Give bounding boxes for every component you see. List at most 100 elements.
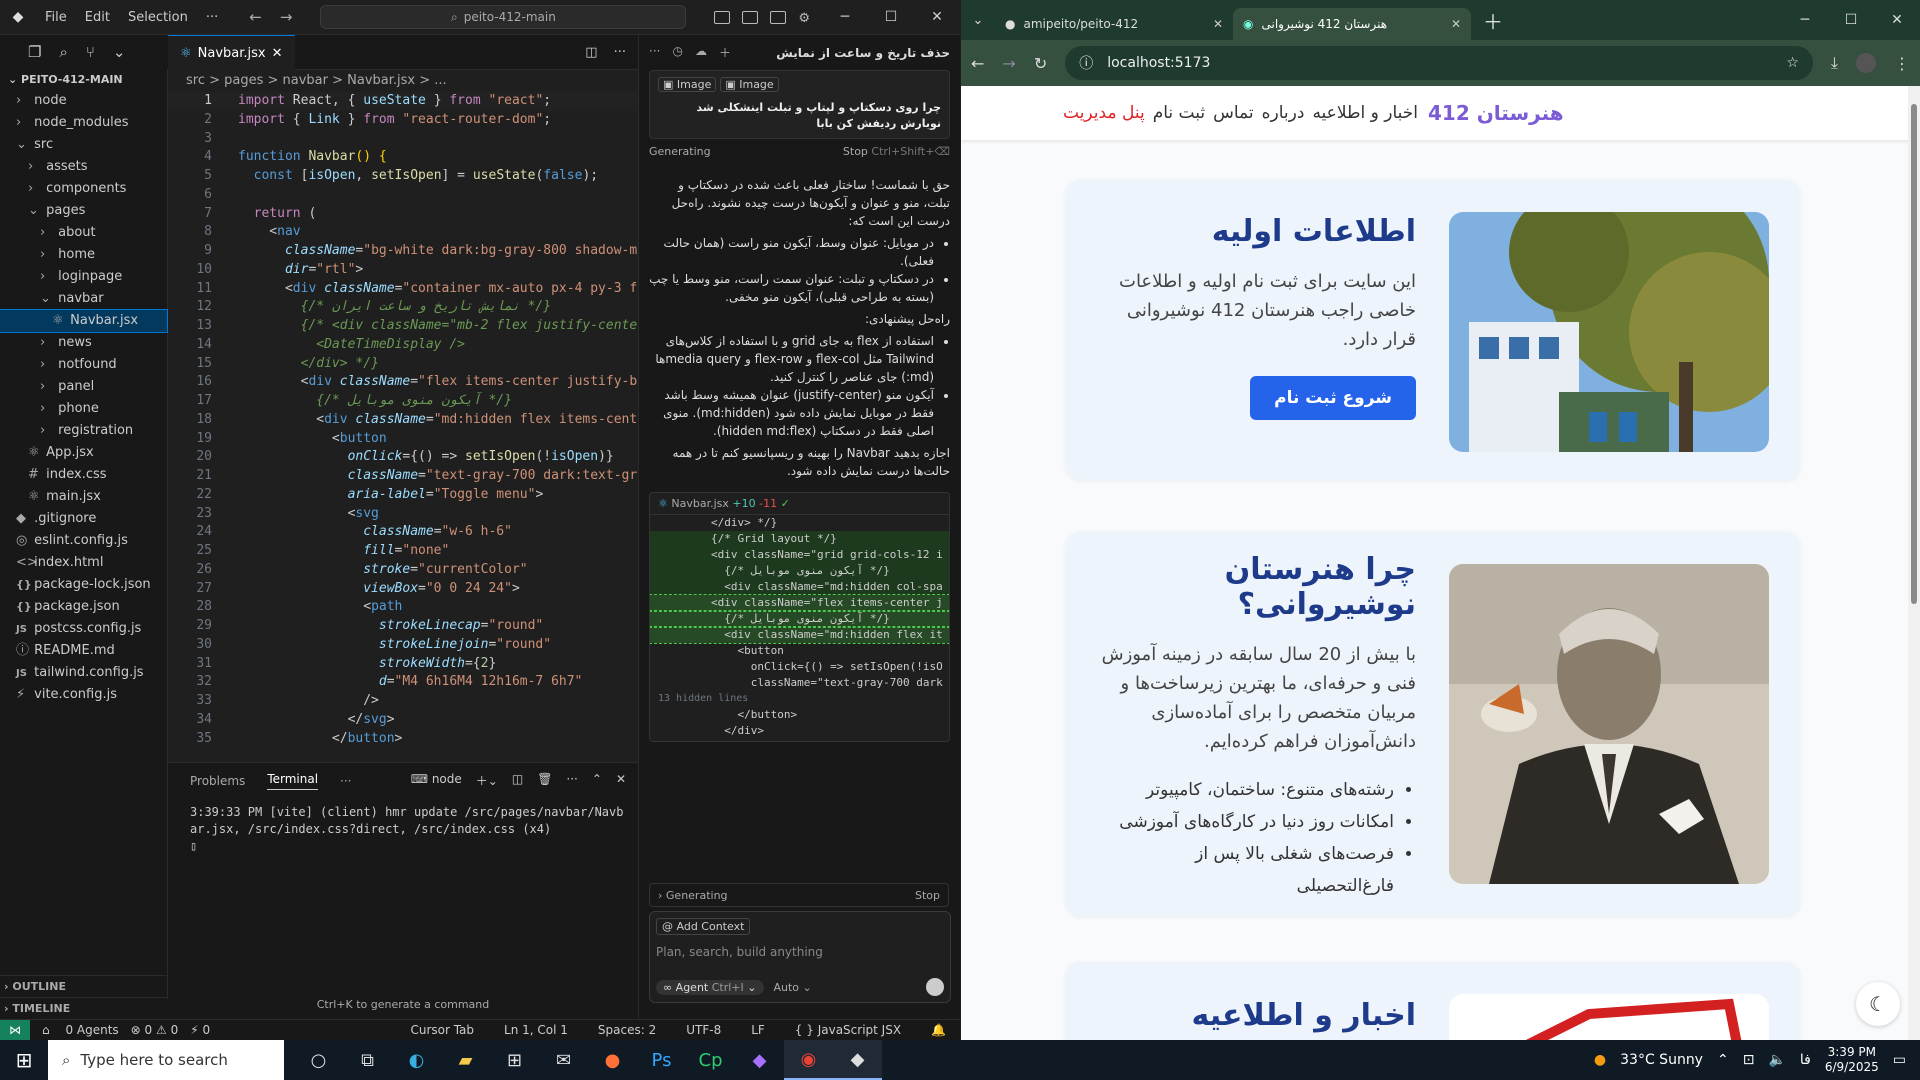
- mail-icon[interactable]: ✉: [539, 1040, 588, 1080]
- terminal-output[interactable]: 3:39:33 PM [vite] (client) hmr update /s…: [168, 798, 638, 861]
- stop-button[interactable]: Stop: [843, 145, 868, 158]
- maximize-button[interactable]: ☐: [1828, 12, 1874, 28]
- code-line[interactable]: 14 <DateTimeDisplay />: [168, 336, 638, 355]
- explorer-icon[interactable]: ❐: [28, 43, 41, 61]
- code-diff-block[interactable]: ⚛ Navbar.jsx +10 -11 ✓ </div> */} {/* Gr…: [649, 492, 950, 742]
- code-line[interactable]: 27 viewBox="0 0 24 24">: [168, 580, 638, 599]
- code-line[interactable]: 10 dir="rtl">: [168, 261, 638, 280]
- folder-item[interactable]: ⌄ navbar: [0, 288, 167, 310]
- code-line[interactable]: 22 aria-label="Toggle menu">: [168, 486, 638, 505]
- maximize-panel-icon[interactable]: ⌃: [592, 772, 602, 789]
- history-icon[interactable]: ◷: [672, 44, 682, 61]
- tab-github[interactable]: ● amipeito/peito-412 ✕: [995, 8, 1233, 40]
- command-search[interactable]: ⌕ peito-412-main: [320, 5, 687, 29]
- notification-icon[interactable]: ▭: [1893, 1052, 1906, 1068]
- folder-item[interactable]: › about: [0, 222, 167, 244]
- folder-item[interactable]: › node_modules: [0, 112, 167, 134]
- image-chip[interactable]: ▣ Image: [720, 77, 779, 92]
- explorer-root[interactable]: ⌄ PEITO-412-MAIN: [0, 69, 167, 90]
- tab-terminal[interactable]: Terminal: [267, 772, 319, 790]
- code-area[interactable]: 1 import React, { useState } from "react"…: [168, 92, 638, 762]
- back-icon[interactable]: ←: [971, 54, 984, 73]
- clock[interactable]: 3:39 PM 6/9/2025: [1825, 1045, 1879, 1075]
- scrollbar-thumb[interactable]: [1911, 104, 1917, 604]
- code-line[interactable]: 5 const [isOpen, setIsOpen] = useState(f…: [168, 167, 638, 186]
- address-bar[interactable]: ⓘ localhost:5173 ☆: [1065, 46, 1813, 80]
- file-item[interactable]: JS tailwind.config.js: [0, 662, 167, 684]
- folder-item[interactable]: › components: [0, 178, 167, 200]
- close-button[interactable]: ✕: [1874, 12, 1920, 28]
- browser-menu-icon[interactable]: ⋮: [1894, 54, 1910, 73]
- new-tab-button[interactable]: ＋: [1483, 6, 1503, 35]
- code-line[interactable]: 29 strokeLinecap="round": [168, 617, 638, 636]
- folder-item[interactable]: › assets: [0, 156, 167, 178]
- add-context-button[interactable]: @ Add Context: [656, 918, 751, 935]
- more-icon[interactable]: ···: [649, 44, 660, 61]
- close-panel-icon[interactable]: ✕: [616, 772, 626, 789]
- timeline-section[interactable]: › TIMELINE: [0, 997, 168, 1019]
- file-item[interactable]: ◆ .gitignore: [0, 508, 167, 530]
- code-line[interactable]: 34 </svg>: [168, 711, 638, 730]
- code-line[interactable]: 12 {/* نمایش تاریخ و ساعت ایران */}: [168, 298, 638, 317]
- code-line[interactable]: 23 <svg: [168, 505, 638, 524]
- folder-item[interactable]: › phone: [0, 398, 167, 420]
- code-line[interactable]: 20 onClick={() => setIsOpen(!isOpen)}: [168, 448, 638, 467]
- cursor-tab-status[interactable]: Cursor Tab: [410, 1023, 474, 1037]
- model-selector[interactable]: Auto ⌄: [774, 981, 812, 994]
- menu-file[interactable]: File: [36, 10, 76, 25]
- code-line[interactable]: 17 {/* آیکون منوی موبایل */}: [168, 392, 638, 411]
- chevron-down-icon[interactable]: ⌄: [113, 43, 126, 61]
- file-explorer-icon[interactable]: ▰: [441, 1040, 490, 1080]
- chrome-icon[interactable]: ◉: [784, 1040, 833, 1080]
- code-line[interactable]: 11 <div className="container mx-auto px-…: [168, 280, 638, 299]
- bookmark-star-icon[interactable]: ☆: [1786, 55, 1799, 71]
- tray-chevron-icon[interactable]: ⌃: [1717, 1052, 1729, 1068]
- nav-contact[interactable]: تماس: [1213, 103, 1254, 123]
- url-text[interactable]: localhost:5173: [1107, 55, 1210, 71]
- code-line[interactable]: 4 function Navbar() {: [168, 148, 638, 167]
- forward-icon[interactable]: →: [1002, 54, 1015, 73]
- code-line[interactable]: 35 </button>: [168, 730, 638, 749]
- code-line[interactable]: 9 className="bg-white dark:bg-gray-800 s…: [168, 242, 638, 261]
- breadcrumb[interactable]: src > pages > navbar > Navbar.jsx > ...: [168, 70, 638, 92]
- windows-start-icon[interactable]: ⊞: [0, 1048, 48, 1072]
- code-line[interactable]: 24 className="w-6 h-6": [168, 523, 638, 542]
- folder-item[interactable]: › home: [0, 244, 167, 266]
- page-scrollbar[interactable]: [1908, 86, 1920, 1040]
- menu-edit[interactable]: Edit: [76, 10, 119, 25]
- minimize-button[interactable]: ─: [1782, 12, 1828, 28]
- language-status[interactable]: { } JavaScript JSX: [795, 1023, 901, 1037]
- nav-about[interactable]: درباره: [1262, 103, 1305, 123]
- site-brand[interactable]: هنرستان 412: [1428, 101, 1564, 125]
- code-line[interactable]: 18 <div className="md:hidden flex items-…: [168, 411, 638, 430]
- stop-button-2[interactable]: Stop: [915, 889, 940, 902]
- nav-news[interactable]: اخبار و اطلاعیه: [1312, 103, 1418, 123]
- layout-toggles[interactable]: ⚙: [714, 10, 814, 26]
- search-icon[interactable]: ⌕: [59, 43, 67, 61]
- cp-app-icon[interactable]: Cp: [686, 1040, 735, 1080]
- code-line[interactable]: 15 </div> */}: [168, 355, 638, 374]
- download-icon[interactable]: ⤓: [1831, 53, 1838, 73]
- code-line[interactable]: 30 strokeLinejoin="round": [168, 636, 638, 655]
- cursor-position[interactable]: Ln 1, Col 1: [504, 1023, 568, 1037]
- trash-icon[interactable]: 🗑: [537, 772, 552, 789]
- code-line[interactable]: 33 />: [168, 692, 638, 711]
- send-button[interactable]: [926, 978, 944, 996]
- folder-item[interactable]: › notfound: [0, 354, 167, 376]
- code-line[interactable]: 16 <div className="flex items-center jus…: [168, 373, 638, 392]
- diff-filename[interactable]: Navbar.jsx: [671, 497, 729, 510]
- code-line[interactable]: 7 return (: [168, 205, 638, 224]
- more-icon[interactable]: ···: [566, 772, 577, 789]
- code-line[interactable]: 13 {/* <div className="mb-2 flex justify…: [168, 317, 638, 336]
- file-item[interactable]: ⓘ README.md: [0, 640, 167, 662]
- dark-mode-toggle-icon[interactable]: ☾: [1856, 982, 1900, 1026]
- code-line[interactable]: 1 import React, { useState } from "react"…: [168, 92, 638, 111]
- folder-item[interactable]: › loginpage: [0, 266, 167, 288]
- close-icon[interactable]: ✕: [1213, 17, 1223, 31]
- folder-item[interactable]: ⌄ pages: [0, 200, 167, 222]
- code-line[interactable]: 28 <path: [168, 598, 638, 617]
- store-icon[interactable]: ⊞: [490, 1040, 539, 1080]
- menu-more[interactable]: ···: [197, 10, 227, 25]
- cursor-app-icon[interactable]: ◆: [833, 1040, 882, 1080]
- split-editor-icon[interactable]: ◫: [585, 45, 597, 60]
